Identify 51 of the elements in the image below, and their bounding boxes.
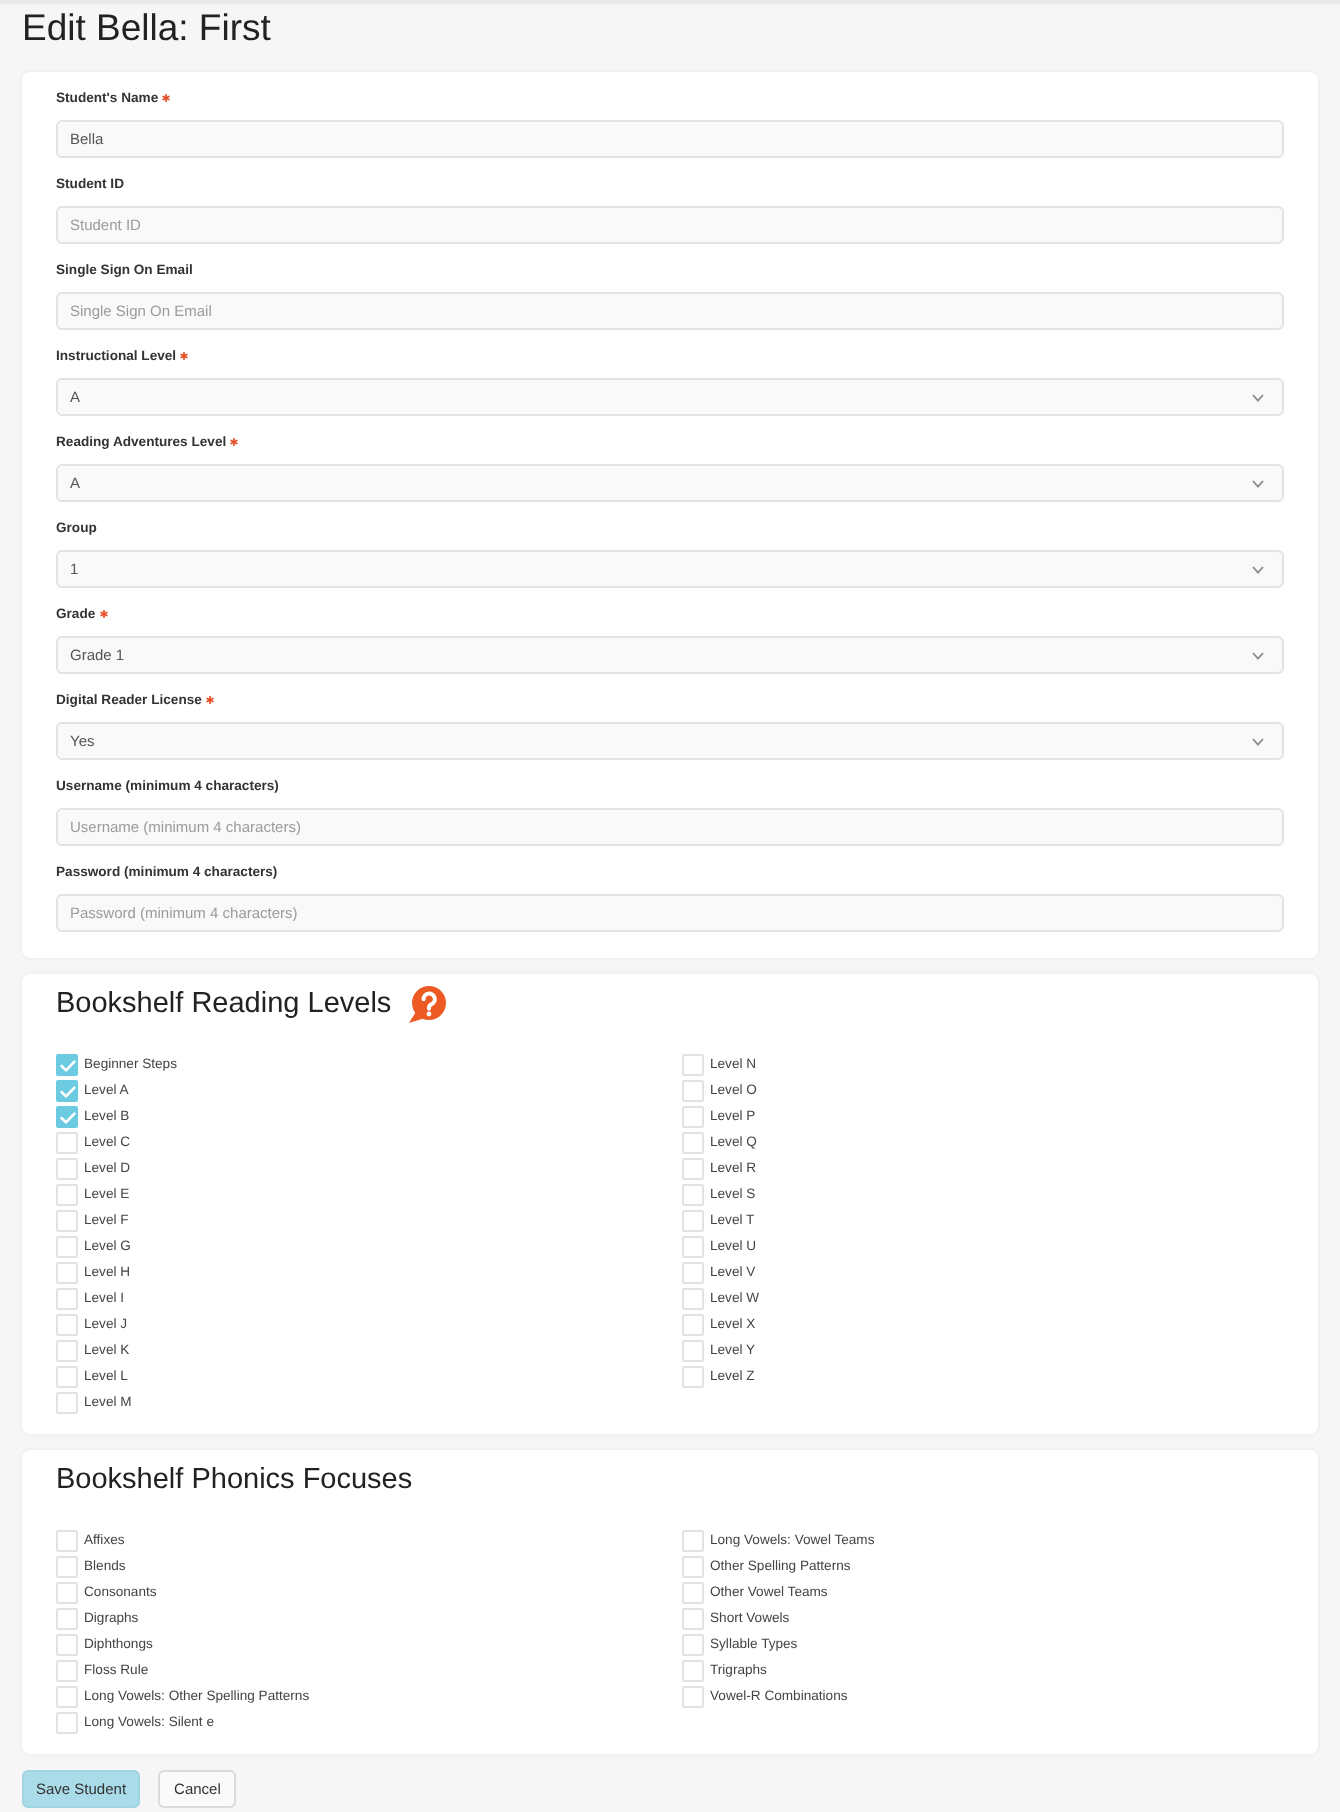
checkbox[interactable]: [56, 1366, 78, 1388]
checkbox[interactable]: [682, 1132, 704, 1154]
chevron-down-icon: [1252, 651, 1264, 659]
checkbox[interactable]: [682, 1080, 704, 1102]
checkbox[interactable]: [56, 1132, 78, 1154]
checkbox[interactable]: [56, 1262, 78, 1284]
checkbox[interactable]: [682, 1634, 704, 1656]
checkbox[interactable]: [682, 1340, 704, 1362]
checkbox[interactable]: [56, 1054, 78, 1076]
checkbox[interactable]: [682, 1530, 704, 1552]
chevron-down-icon: [1252, 393, 1264, 401]
checkbox[interactable]: [682, 1262, 704, 1284]
chevron-down-icon: [1252, 479, 1264, 487]
checkbox[interactable]: [682, 1582, 704, 1604]
checkbox[interactable]: [682, 1288, 704, 1310]
section-title: Bookshelf Reading Levels: [56, 986, 392, 1024]
page-title: Edit Bella: First: [22, 4, 273, 52]
checkbox[interactable]: [56, 1660, 78, 1682]
checkbox[interactable]: [682, 1210, 704, 1232]
checkbox[interactable]: [682, 1158, 704, 1180]
checkbox[interactable]: [56, 1634, 78, 1656]
section-title: Bookshelf Phonics Focuses: [56, 1462, 413, 1500]
checkbox[interactable]: [682, 1608, 704, 1630]
chevron-down-icon: [1252, 565, 1264, 573]
chevron-down-icon: [1252, 737, 1264, 745]
checkbox[interactable]: [56, 1712, 78, 1734]
checkbox[interactable]: [56, 1106, 78, 1128]
checkbox[interactable]: [682, 1106, 704, 1128]
checkbox[interactable]: [56, 1686, 78, 1708]
checkbox[interactable]: [56, 1184, 78, 1206]
checkbox[interactable]: [56, 1582, 78, 1604]
checkbox[interactable]: [682, 1054, 704, 1076]
checkbox[interactable]: [682, 1184, 704, 1206]
checkbox[interactable]: [56, 1392, 78, 1414]
checkbox[interactable]: [56, 1080, 78, 1102]
checkbox[interactable]: [56, 1340, 78, 1362]
checkbox[interactable]: [56, 1608, 78, 1630]
checkbox[interactable]: [56, 1556, 78, 1578]
checkbox[interactable]: [56, 1530, 78, 1552]
checkbox[interactable]: [56, 1210, 78, 1232]
checkbox[interactable]: [56, 1314, 78, 1336]
checkbox[interactable]: [682, 1686, 704, 1708]
checkbox[interactable]: [682, 1366, 704, 1388]
checkbox[interactable]: [56, 1158, 78, 1180]
checkbox[interactable]: [682, 1660, 704, 1682]
checkbox[interactable]: [682, 1556, 704, 1578]
checkbox[interactable]: [682, 1236, 704, 1258]
checkbox[interactable]: [56, 1236, 78, 1258]
checkbox[interactable]: [56, 1288, 78, 1310]
help-icon[interactable]: [407, 985, 446, 1023]
checkbox[interactable]: [682, 1314, 704, 1336]
